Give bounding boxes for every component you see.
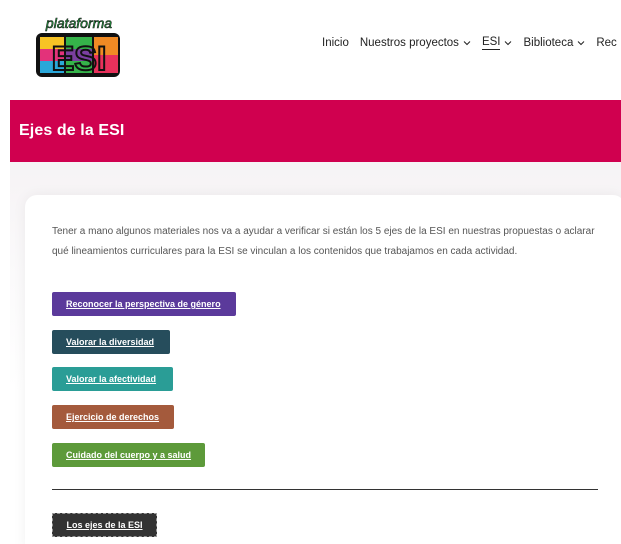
- los-ejes-button[interactable]: Los ejes de la ESI: [52, 513, 157, 537]
- intro-text: Tener a mano algunos materiales nos va a…: [52, 226, 595, 257]
- eje-afectividad-button[interactable]: Valorar la afectividad: [52, 367, 173, 391]
- logo-main-text: ESI: [52, 40, 107, 78]
- site-header: plataforma ESI Inicio Nuestros proyectos…: [0, 0, 621, 100]
- nav-item-biblioteca[interactable]: Biblioteca: [523, 37, 585, 49]
- page-banner: Ejes de la ESI: [10, 100, 621, 162]
- chevron-down-icon: [578, 41, 585, 46]
- chevron-down-icon: [463, 41, 471, 46]
- eje-diversidad-button[interactable]: Valorar la diversidad: [52, 330, 170, 354]
- nav-item-label: ESI: [481, 36, 501, 50]
- page-title: Ejes de la ESI: [19, 122, 125, 139]
- nav-item-label: Inicio: [322, 37, 349, 49]
- nav-item-label: Nuestros proyectos: [359, 37, 459, 49]
- plataforma-esi-logo[interactable]: plataforma ESI: [33, 11, 123, 79]
- nav-item-esi[interactable]: ESI: [481, 36, 513, 50]
- nav-item-label: Rec: [596, 37, 617, 49]
- nav-item-inicio[interactable]: Inicio: [322, 37, 349, 49]
- eje-derechos-button[interactable]: Ejercicio de derechos: [52, 405, 174, 429]
- eje-cuidado-cuerpo-button[interactable]: Cuidado del cuerpo y a salud: [52, 443, 205, 467]
- eje-perspectiva-genero-button[interactable]: Reconocer la perspectiva de género: [52, 292, 236, 316]
- logo-top-text: plataforma: [45, 15, 112, 31]
- section-divider: [52, 489, 598, 490]
- nav-item-nuestros-proyectos[interactable]: Nuestros proyectos: [360, 37, 471, 49]
- main-nav: Inicio Nuestros proyectos ESI Biblioteca…: [322, 36, 621, 50]
- nav-item-recursos[interactable]: Rec: [596, 37, 616, 49]
- chevron-down-icon: [505, 41, 512, 46]
- nav-item-label: Biblioteca: [523, 37, 574, 49]
